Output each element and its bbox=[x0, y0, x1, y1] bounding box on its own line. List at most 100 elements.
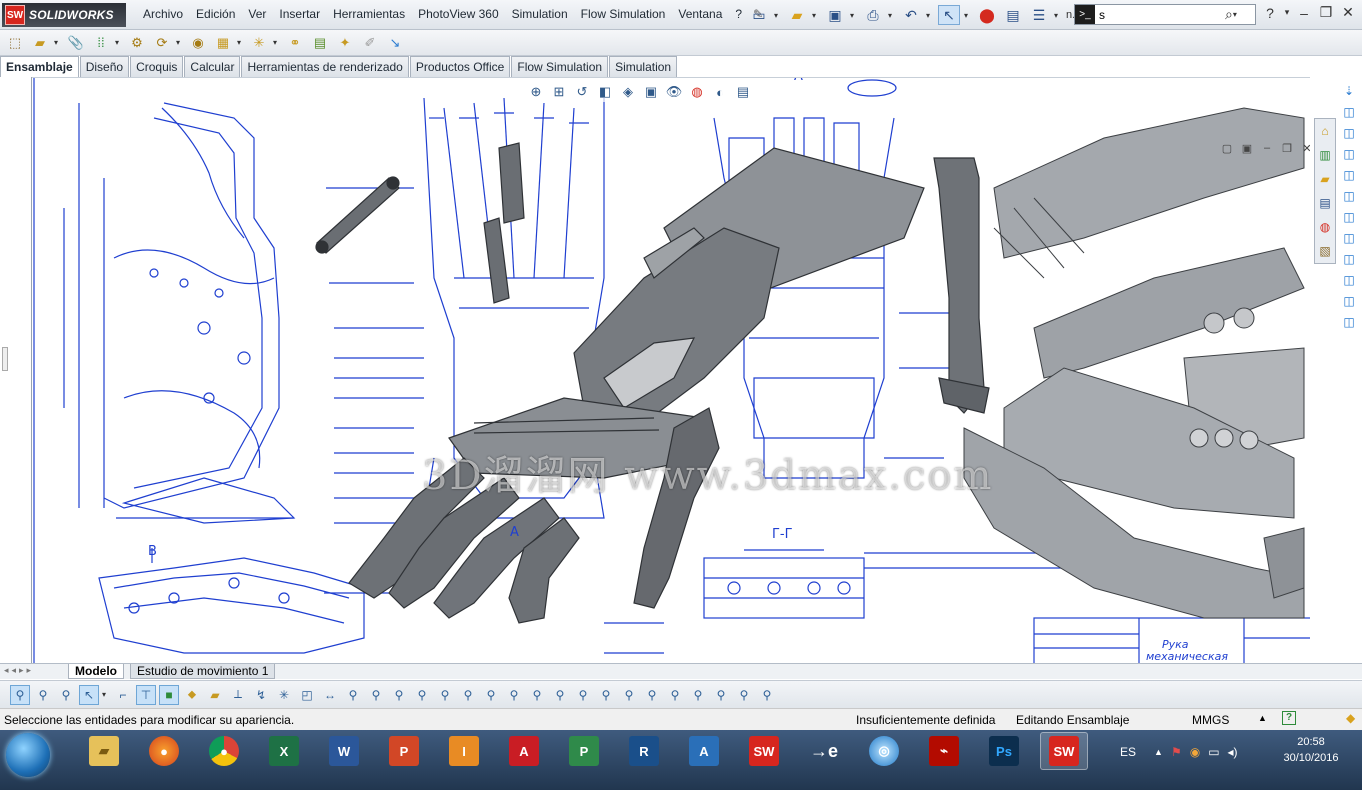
filter-dowel-pins-icon[interactable]: ⚲ bbox=[573, 685, 593, 705]
filter-hole-callouts-icon[interactable]: ⚲ bbox=[642, 685, 662, 705]
filter-center-marks-icon[interactable]: ⚲ bbox=[527, 685, 547, 705]
tab-flow-simulation[interactable]: Flow Simulation bbox=[511, 56, 609, 77]
rebuild-status-icon[interactable]: ◆ bbox=[1346, 711, 1355, 725]
show-hidden-icon[interactable]: ◉ bbox=[187, 33, 209, 53]
viewport-restore-icon[interactable]: ❐ bbox=[1280, 142, 1294, 155]
flag-icon[interactable]: ⚑ bbox=[1171, 745, 1182, 759]
select-cursor-icon[interactable]: ↖ bbox=[938, 5, 960, 25]
menu-edicion[interactable]: Edición bbox=[191, 7, 243, 21]
previous-view-icon[interactable]: ↺ bbox=[572, 82, 592, 102]
rebuild-traffic-light-icon[interactable]: ⬤ bbox=[976, 5, 998, 25]
filter-planes-icon[interactable]: ⟂ bbox=[228, 685, 248, 705]
cube-view-icon-8[interactable]: ◫ bbox=[1340, 248, 1358, 269]
taskbar-edrawings[interactable]: →e bbox=[800, 732, 848, 770]
cube-view-icon-9[interactable]: ◫ bbox=[1340, 269, 1358, 290]
tab-diseno[interactable]: Diseño bbox=[79, 56, 130, 77]
bill-of-materials-icon[interactable]: ▤ bbox=[309, 33, 331, 53]
graphics-area[interactable]: A A B Г-Г Рука механическая 3D溜溜网 www.3d… bbox=[4, 77, 1310, 663]
taskbar-photoshop[interactable]: Ps bbox=[980, 732, 1028, 770]
filter-points-icon[interactable]: ✳ bbox=[274, 685, 294, 705]
view-settings-icon[interactable]: ▤ bbox=[733, 82, 753, 102]
save-icon[interactable]: ▣ bbox=[824, 5, 846, 25]
move-component-icon[interactable]: ⟳ bbox=[151, 33, 173, 53]
file-explorer-icon[interactable]: ▰ bbox=[1315, 167, 1335, 191]
filter-components-icon[interactable]: ⬥ bbox=[182, 685, 202, 705]
select-arrow-icon[interactable]: ↖ bbox=[79, 684, 99, 705]
viewport-minimize-icon[interactable]: – bbox=[1260, 142, 1274, 155]
help-dropdown-icon[interactable]: ▾ bbox=[1284, 7, 1290, 18]
unit-system[interactable]: MMGS bbox=[1192, 713, 1229, 727]
insert-components-icon[interactable]: ⬚ bbox=[4, 33, 26, 53]
search-dropdown-icon[interactable]: ▾ bbox=[1233, 10, 1241, 19]
edit-appearance-icon[interactable]: ◍ bbox=[687, 82, 707, 102]
smart-fasteners-icon[interactable]: ⚙ bbox=[126, 33, 148, 53]
new-document-icon[interactable]: ▭ bbox=[748, 5, 770, 25]
reference-geometry-icon[interactable]: ✳ bbox=[248, 33, 270, 53]
explode-line-sketch-icon[interactable]: ✐ bbox=[359, 33, 381, 53]
open-dropdown-icon[interactable]: ▾ bbox=[812, 11, 820, 20]
features-dropdown-icon[interactable]: ▾ bbox=[237, 38, 245, 47]
search-input[interactable] bbox=[1095, 7, 1215, 22]
language-indicator[interactable]: ES bbox=[1120, 745, 1136, 759]
filter-toggle-icon[interactable]: ⚲ bbox=[10, 684, 30, 705]
filter-cosmetic-thread-icon[interactable]: ⚲ bbox=[481, 685, 501, 705]
options-icon[interactable]: ☰ bbox=[1028, 5, 1050, 25]
custom-properties-icon[interactable]: ▧ bbox=[1315, 239, 1335, 263]
filter-routing-points-icon[interactable]: ⚲ bbox=[619, 685, 639, 705]
new-part-dropdown-icon[interactable]: ▾ bbox=[54, 38, 62, 47]
tab-calcular[interactable]: Calcular bbox=[184, 56, 241, 77]
menu-photoview[interactable]: PhotoView 360 bbox=[413, 7, 507, 21]
volume-icon[interactable]: ◂) bbox=[1228, 745, 1238, 759]
taskbar-firefox[interactable]: ● bbox=[140, 732, 188, 770]
filter-centerlines-icon[interactable]: ⚲ bbox=[550, 685, 570, 705]
filter-faces-alt-icon[interactable]: ⚲ bbox=[688, 685, 708, 705]
cube-view-icon-6[interactable]: ◫ bbox=[1340, 206, 1358, 227]
axis-arrow-icon[interactable]: ⇣ bbox=[1340, 80, 1358, 101]
open-folder-icon[interactable]: ▰ bbox=[786, 5, 808, 25]
undo-icon[interactable]: ↶ bbox=[900, 5, 922, 25]
menu-flow-simulation[interactable]: Flow Simulation bbox=[576, 7, 674, 21]
instant3d-icon[interactable]: ↘ bbox=[384, 33, 406, 53]
taskbar-file-explorer[interactable]: ▰ bbox=[80, 732, 128, 770]
hide-show-items-icon[interactable]: 👁 bbox=[664, 82, 684, 102]
tab-simulation[interactable]: Simulation bbox=[609, 56, 678, 77]
tab-croquis[interactable]: Croquis bbox=[130, 56, 184, 77]
cube-view-icon-10[interactable]: ◫ bbox=[1340, 290, 1358, 311]
undo-dropdown-icon[interactable]: ▾ bbox=[926, 11, 934, 20]
update-icon[interactable]: ◉ bbox=[1190, 745, 1200, 759]
reference-dropdown-icon[interactable]: ▾ bbox=[273, 38, 281, 47]
filter-select-all-icon[interactable]: ⚲ bbox=[56, 685, 76, 705]
cube-view-icon-5[interactable]: ◫ bbox=[1340, 185, 1358, 206]
tab-productos-office[interactable]: Productos Office bbox=[409, 56, 511, 77]
filter-geometric-tolerance-icon[interactable]: ⚲ bbox=[435, 685, 455, 705]
cube-view-icon-2[interactable]: ◫ bbox=[1340, 122, 1358, 143]
filter-dimensions-icon[interactable]: ↔ bbox=[320, 685, 340, 705]
taskbar-excel[interactable]: X bbox=[260, 732, 308, 770]
units-dropdown-icon[interactable]: ▲ bbox=[1258, 713, 1267, 723]
taskbar-powerpoint[interactable]: P bbox=[380, 732, 428, 770]
filter-axes-icon[interactable]: ↯ bbox=[251, 685, 271, 705]
quick-tips-icon[interactable]: ? bbox=[1282, 711, 1296, 725]
minimize-icon[interactable]: – bbox=[1296, 5, 1312, 21]
taskbar-solidworks[interactable]: SW bbox=[740, 732, 788, 770]
file-properties-icon[interactable]: ▤ bbox=[1002, 5, 1024, 25]
tab-herramientas-renderizado[interactable]: Herramientas de renderizado bbox=[241, 56, 409, 77]
cube-view-icon-11[interactable]: ◫ bbox=[1340, 311, 1358, 332]
menu-archivo[interactable]: Archivo bbox=[138, 7, 191, 21]
menu-insertar[interactable]: Insertar bbox=[274, 7, 328, 21]
taskbar-autodesk-3d[interactable]: A bbox=[680, 732, 728, 770]
taskbar-chrome[interactable]: ● bbox=[200, 732, 248, 770]
new-part-icon[interactable]: ▰ bbox=[29, 33, 51, 53]
taskbar-project[interactable]: P bbox=[560, 732, 608, 770]
filter-mesh-icon[interactable]: ⚲ bbox=[665, 685, 685, 705]
close-icon[interactable]: ✕ bbox=[1340, 4, 1356, 21]
view-palette-icon[interactable]: ▤ bbox=[1315, 191, 1335, 215]
tab-estudio-movimiento[interactable]: Estudio de movimiento 1 bbox=[130, 664, 276, 679]
view-orientation-icon[interactable]: ◈ bbox=[618, 82, 638, 102]
cube-view-icon-1[interactable]: ◫ bbox=[1340, 101, 1358, 122]
tab-ensamblaje[interactable]: Ensamblaje bbox=[0, 56, 79, 77]
filter-faces-icon[interactable]: ■ bbox=[159, 684, 179, 705]
new-dropdown-icon[interactable]: ▾ bbox=[774, 11, 782, 20]
print-dropdown-icon[interactable]: ▾ bbox=[888, 11, 896, 20]
zoom-area-icon[interactable]: ⊞ bbox=[549, 82, 569, 102]
